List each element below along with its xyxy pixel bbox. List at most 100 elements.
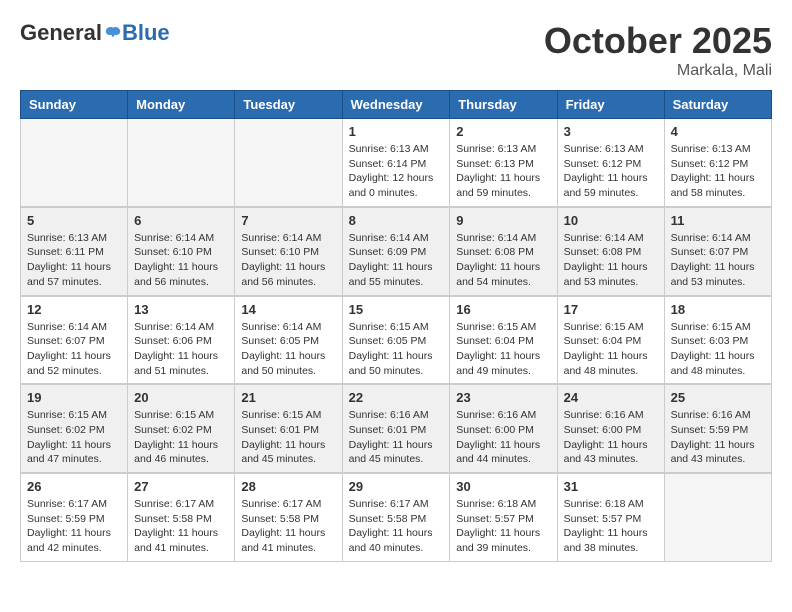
day-info: Sunrise: 6:16 AMSunset: 6:00 PMDaylight:…	[456, 408, 550, 467]
calendar-day-cell: 7 Sunrise: 6:14 AMSunset: 6:10 PMDaylight…	[235, 207, 342, 296]
day-number: 2	[456, 124, 550, 139]
day-info: Sunrise: 6:17 AMSunset: 5:58 PMDaylight:…	[349, 497, 444, 556]
calendar-week-row: 19 Sunrise: 6:15 AMSunset: 6:02 PMDayligh…	[21, 384, 772, 473]
day-info: Sunrise: 6:15 AMSunset: 6:05 PMDaylight:…	[349, 320, 444, 379]
calendar-day-cell: 29 Sunrise: 6:17 AMSunset: 5:58 PMDayligh…	[342, 473, 450, 561]
calendar-day-cell: 20 Sunrise: 6:15 AMSunset: 6:02 PMDayligh…	[128, 384, 235, 473]
day-info: Sunrise: 6:18 AMSunset: 5:57 PMDaylight:…	[456, 497, 550, 556]
calendar-day-cell: 6 Sunrise: 6:14 AMSunset: 6:10 PMDaylight…	[128, 207, 235, 296]
calendar-week-row: 12 Sunrise: 6:14 AMSunset: 6:07 PMDayligh…	[21, 296, 772, 385]
weekday-header-cell: Friday	[557, 91, 664, 119]
page-header: General Blue October 2025 Markala, Mali	[20, 20, 772, 80]
calendar-day-cell: 11 Sunrise: 6:14 AMSunset: 6:07 PMDayligh…	[664, 207, 771, 296]
logo: General Blue	[20, 20, 170, 46]
weekday-header-cell: Thursday	[450, 91, 557, 119]
title-block: October 2025 Markala, Mali	[544, 20, 772, 80]
month-title: October 2025	[544, 20, 772, 62]
day-info: Sunrise: 6:14 AMSunset: 6:07 PMDaylight:…	[27, 320, 121, 379]
day-number: 5	[27, 213, 121, 228]
weekday-header-cell: Saturday	[664, 91, 771, 119]
calendar-day-cell: 16Sunrise: 6:15 AMSunset: 6:04 PMDayligh…	[450, 296, 557, 385]
calendar-day-cell: 17 Sunrise: 6:15 AMSunset: 6:04 PMDayligh…	[557, 296, 664, 385]
day-number: 19	[27, 390, 121, 405]
weekday-header-cell: Sunday	[21, 91, 128, 119]
day-info: Sunrise: 6:15 AMSunset: 6:03 PMDaylight:…	[671, 320, 765, 379]
day-number: 27	[134, 479, 228, 494]
day-info: Sunrise: 6:14 AMSunset: 6:08 PMDaylight:…	[456, 231, 550, 290]
calendar-day-cell: 26 Sunrise: 6:17 AMSunset: 5:59 PMDayligh…	[21, 473, 128, 561]
calendar-week-row: 5 Sunrise: 6:13 AMSunset: 6:11 PMDaylight…	[21, 207, 772, 296]
logo-bird-icon	[104, 24, 122, 42]
day-number: 13	[134, 302, 228, 317]
calendar-day-cell: 12 Sunrise: 6:14 AMSunset: 6:07 PMDayligh…	[21, 296, 128, 385]
calendar-table: SundayMondayTuesdayWednesdayThursdayFrid…	[20, 90, 772, 562]
day-number: 21	[241, 390, 335, 405]
day-number: 9	[456, 213, 550, 228]
calendar-day-cell: 15Sunrise: 6:15 AMSunset: 6:05 PMDayligh…	[342, 296, 450, 385]
day-number: 31	[564, 479, 658, 494]
day-number: 20	[134, 390, 228, 405]
calendar-week-row: 1Sunrise: 6:13 AMSunset: 6:14 PMDaylight…	[21, 119, 772, 207]
day-number: 22	[349, 390, 444, 405]
day-number: 26	[27, 479, 121, 494]
day-info: Sunrise: 6:15 AMSunset: 6:04 PMDaylight:…	[564, 320, 658, 379]
day-info: Sunrise: 6:14 AMSunset: 6:07 PMDaylight:…	[671, 231, 765, 290]
day-info: Sunrise: 6:13 AMSunset: 6:13 PMDaylight:…	[456, 142, 550, 201]
day-info: Sunrise: 6:14 AMSunset: 6:06 PMDaylight:…	[134, 320, 228, 379]
location: Markala, Mali	[544, 62, 772, 80]
day-number: 24	[564, 390, 658, 405]
day-number: 23	[456, 390, 550, 405]
calendar-day-cell: 28 Sunrise: 6:17 AMSunset: 5:58 PMDayligh…	[235, 473, 342, 561]
day-number: 18	[671, 302, 765, 317]
day-info: Sunrise: 6:15 AMSunset: 6:04 PMDaylight:…	[456, 320, 550, 379]
day-number: 10	[564, 213, 658, 228]
calendar-week-row: 26 Sunrise: 6:17 AMSunset: 5:59 PMDayligh…	[21, 473, 772, 561]
calendar-body: 1Sunrise: 6:13 AMSunset: 6:14 PMDaylight…	[21, 119, 772, 562]
calendar-day-cell: 24Sunrise: 6:16 AMSunset: 6:00 PMDayligh…	[557, 384, 664, 473]
day-info: Sunrise: 6:16 AMSunset: 6:01 PMDaylight:…	[349, 408, 444, 467]
calendar-day-cell: 9 Sunrise: 6:14 AMSunset: 6:08 PMDaylight…	[450, 207, 557, 296]
day-info: Sunrise: 6:17 AMSunset: 5:59 PMDaylight:…	[27, 497, 121, 556]
calendar-day-cell	[664, 473, 771, 561]
weekday-header-cell: Tuesday	[235, 91, 342, 119]
day-info: Sunrise: 6:14 AMSunset: 6:10 PMDaylight:…	[241, 231, 335, 290]
day-info: Sunrise: 6:13 AMSunset: 6:12 PMDaylight:…	[671, 142, 765, 201]
day-info: Sunrise: 6:14 AMSunset: 6:08 PMDaylight:…	[564, 231, 658, 290]
day-number: 28	[241, 479, 335, 494]
calendar-day-cell: 10 Sunrise: 6:14 AMSunset: 6:08 PMDayligh…	[557, 207, 664, 296]
day-info: Sunrise: 6:13 AMSunset: 6:11 PMDaylight:…	[27, 231, 121, 290]
calendar-day-cell	[21, 119, 128, 207]
calendar-day-cell: 25Sunrise: 6:16 AMSunset: 5:59 PMDayligh…	[664, 384, 771, 473]
weekday-header-cell: Wednesday	[342, 91, 450, 119]
day-info: Sunrise: 6:15 AMSunset: 6:02 PMDaylight:…	[134, 408, 228, 467]
day-number: 17	[564, 302, 658, 317]
day-info: Sunrise: 6:15 AMSunset: 6:02 PMDaylight:…	[27, 408, 121, 467]
calendar-day-cell: 3Sunrise: 6:13 AMSunset: 6:12 PMDaylight…	[557, 119, 664, 207]
weekday-header-cell: Monday	[128, 91, 235, 119]
logo-blue: Blue	[122, 20, 170, 46]
calendar-day-cell: 19 Sunrise: 6:15 AMSunset: 6:02 PMDayligh…	[21, 384, 128, 473]
calendar-day-cell: 31 Sunrise: 6:18 AMSunset: 5:57 PMDayligh…	[557, 473, 664, 561]
calendar-day-cell: 18 Sunrise: 6:15 AMSunset: 6:03 PMDayligh…	[664, 296, 771, 385]
day-number: 7	[241, 213, 335, 228]
day-number: 6	[134, 213, 228, 228]
logo-general: General	[20, 20, 102, 46]
day-number: 29	[349, 479, 444, 494]
day-info: Sunrise: 6:14 AMSunset: 6:10 PMDaylight:…	[134, 231, 228, 290]
calendar-day-cell: 13 Sunrise: 6:14 AMSunset: 6:06 PMDayligh…	[128, 296, 235, 385]
calendar-day-cell	[235, 119, 342, 207]
calendar-day-cell: 22 Sunrise: 6:16 AMSunset: 6:01 PMDayligh…	[342, 384, 450, 473]
day-info: Sunrise: 6:17 AMSunset: 5:58 PMDaylight:…	[134, 497, 228, 556]
day-number: 30	[456, 479, 550, 494]
day-number: 11	[671, 213, 765, 228]
day-info: Sunrise: 6:17 AMSunset: 5:58 PMDaylight:…	[241, 497, 335, 556]
day-number: 14	[241, 302, 335, 317]
day-info: Sunrise: 6:18 AMSunset: 5:57 PMDaylight:…	[564, 497, 658, 556]
day-info: Sunrise: 6:14 AMSunset: 6:05 PMDaylight:…	[241, 320, 335, 379]
calendar-day-cell: 8Sunrise: 6:14 AMSunset: 6:09 PMDaylight…	[342, 207, 450, 296]
day-info: Sunrise: 6:13 AMSunset: 6:14 PMDaylight:…	[349, 142, 444, 201]
calendar-day-cell: 21Sunrise: 6:15 AMSunset: 6:01 PMDayligh…	[235, 384, 342, 473]
weekday-header-row: SundayMondayTuesdayWednesdayThursdayFrid…	[21, 91, 772, 119]
day-info: Sunrise: 6:16 AMSunset: 5:59 PMDaylight:…	[671, 408, 765, 467]
day-number: 12	[27, 302, 121, 317]
